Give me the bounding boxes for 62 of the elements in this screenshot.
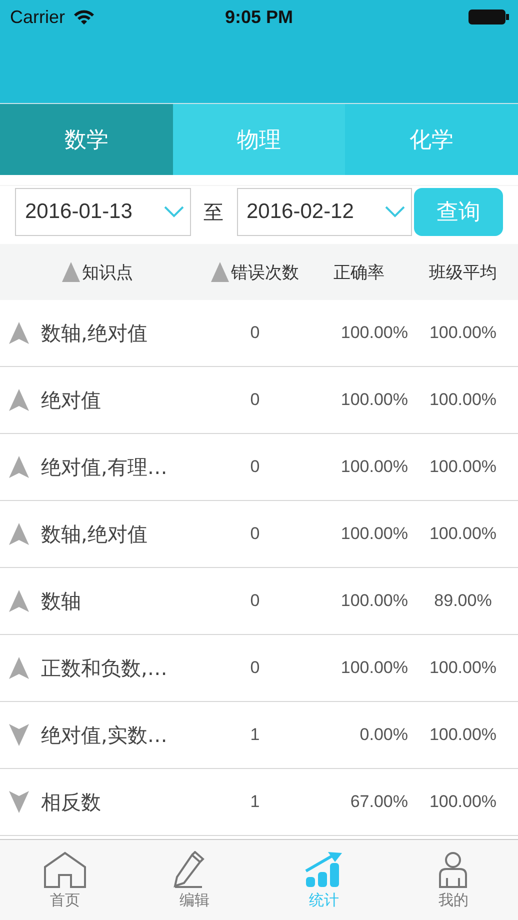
chevron-down-icon — [164, 206, 184, 218]
start-date: 2016-01-13 — [25, 200, 132, 224]
topic-cell: 相反数 — [41, 788, 101, 816]
topic-cell: 绝对值,实数… — [41, 722, 168, 748]
start-date-picker[interactable]: 2016-01-13 — [15, 188, 190, 236]
accuracy-cell: 100.00% — [340, 591, 408, 611]
column-header: 知识点 — [82, 262, 133, 284]
carrier-name: Carrier — [10, 6, 66, 28]
class-average-cell: 100.00% — [429, 658, 497, 678]
up-arrow-icon — [9, 657, 29, 679]
up-arrow-icon — [9, 456, 29, 478]
up-arrow-icon — [9, 590, 29, 612]
accuracy-cell: 0.00% — [360, 725, 408, 745]
range-separator: 至 — [204, 198, 224, 226]
topic-cell: 绝对值 — [41, 386, 101, 414]
topic-cell: 正数和负数,… — [41, 654, 168, 682]
accuracy-cell: 100.00% — [340, 390, 408, 410]
error-count-cell: 1 — [250, 725, 260, 745]
column-header: 错误次数 — [231, 262, 299, 284]
error-count-cell: 0 — [250, 323, 260, 343]
error-count-cell: 1 — [250, 792, 260, 812]
accuracy-cell: 100.00% — [340, 658, 408, 678]
subject-tab[interactable]: 数学 — [0, 104, 173, 175]
tab-bar-item[interactable]: 我的 — [388, 840, 518, 920]
column-header: 班级平均 — [429, 262, 497, 284]
class-average-cell: 100.00% — [429, 792, 497, 812]
error-count-cell: 0 — [250, 524, 260, 544]
topic-cell: 数轴,绝对值 — [41, 520, 148, 548]
class-average-cell: 100.00% — [429, 323, 497, 343]
up-arrow-icon — [9, 389, 29, 411]
accuracy-cell: 67.00% — [350, 792, 408, 812]
down-arrow-icon — [9, 724, 29, 746]
error-count-cell: 0 — [250, 591, 260, 611]
class-average-cell: 100.00% — [429, 524, 497, 544]
topic-cell: 绝对值,有理… — [41, 454, 168, 480]
wifi-icon — [73, 9, 96, 25]
chevron-down-icon — [385, 206, 405, 218]
class-average-cell: 89.00% — [434, 591, 492, 611]
topic-cell: 数轴,绝对值 — [41, 320, 148, 346]
sort-icon[interactable] — [211, 262, 229, 282]
topic-cell: 数轴 — [41, 588, 81, 614]
accuracy-cell: 100.00% — [340, 457, 408, 477]
class-average-cell: 100.00% — [429, 390, 497, 410]
up-arrow-icon — [9, 523, 29, 545]
status-time: 9:05 PM — [224, 6, 294, 28]
error-count-cell: 0 — [250, 658, 260, 678]
end-date: 2016-02-12 — [246, 200, 354, 224]
home-icon — [42, 850, 87, 888]
error-count-cell: 0 — [250, 390, 260, 410]
battery-icon — [468, 8, 510, 26]
class-average-cell: 100.00% — [429, 725, 497, 745]
down-arrow-icon — [9, 791, 29, 813]
sort-icon[interactable] — [62, 262, 80, 282]
class-average-cell: 100.00% — [429, 457, 497, 477]
accuracy-cell: 100.00% — [340, 323, 408, 343]
tab-bar-item[interactable]: 编辑 — [130, 840, 259, 920]
end-date-picker[interactable]: 2016-02-12 — [236, 188, 412, 236]
accuracy-cell: 100.00% — [340, 524, 408, 544]
up-arrow-icon — [9, 322, 29, 344]
error-count-cell: 0 — [250, 457, 260, 477]
column-header: 正确率 — [334, 262, 384, 284]
tab-bar-item[interactable]: 首页 — [0, 840, 130, 920]
